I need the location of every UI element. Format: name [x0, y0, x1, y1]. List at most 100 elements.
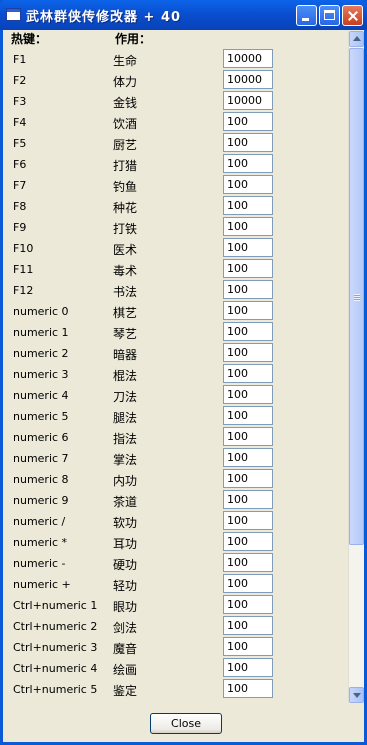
- value-input[interactable]: 100: [223, 385, 273, 404]
- value-input[interactable]: 100: [223, 280, 273, 299]
- value-input[interactable]: 100: [223, 595, 273, 614]
- value-input[interactable]: 100: [223, 658, 273, 677]
- value-input[interactable]: 100: [223, 217, 273, 236]
- function-label: 毒术: [113, 264, 138, 278]
- function-label: 剑法: [113, 621, 138, 635]
- function-label: 琴艺: [113, 327, 138, 341]
- function-label: 魔音: [113, 642, 138, 656]
- maximize-button[interactable]: [319, 5, 340, 26]
- value-input[interactable]: 10000: [223, 49, 273, 68]
- function-label: 硬功: [113, 558, 138, 572]
- value-input[interactable]: 100: [223, 175, 273, 194]
- list-item: numeric 4 刀法 100: [3, 385, 343, 406]
- function-label: 钓鱼: [113, 180, 138, 194]
- list-item: numeric 9 茶道 100: [3, 490, 343, 511]
- value-input[interactable]: 100: [223, 427, 273, 446]
- function-label: 棍法: [113, 369, 138, 383]
- value-input[interactable]: 100: [223, 490, 273, 509]
- function-label: 刀法: [113, 390, 138, 404]
- list-item: F6 打猎 100: [3, 154, 343, 175]
- scroll-down-button[interactable]: [349, 687, 364, 703]
- value-input[interactable]: 100: [223, 406, 273, 425]
- list-item: numeric 3 棍法 100: [3, 364, 343, 385]
- function-label: 种花: [113, 201, 138, 215]
- value-input[interactable]: 100: [223, 616, 273, 635]
- vertical-scrollbar[interactable]: [348, 31, 364, 703]
- value-input[interactable]: 100: [223, 553, 273, 572]
- function-label: 软功: [113, 516, 138, 530]
- close-button[interactable]: Close: [150, 713, 222, 734]
- function-label: 耳功: [113, 537, 138, 551]
- value-input[interactable]: 100: [223, 469, 273, 488]
- scroll-grip-icon: [354, 294, 360, 301]
- list-item: numeric 2 暗器 100: [3, 343, 343, 364]
- value-input[interactable]: 100: [223, 574, 273, 593]
- list-item: numeric - 硬功 100: [3, 553, 343, 574]
- function-label: 生命: [113, 54, 138, 68]
- value-input[interactable]: 100: [223, 511, 273, 530]
- function-label: 暗器: [113, 348, 138, 362]
- function-column-header: 作用：: [115, 32, 152, 46]
- value-input[interactable]: 100: [223, 133, 273, 152]
- list-item: numeric 0 棋艺 100: [3, 301, 343, 322]
- value-input[interactable]: 100: [223, 448, 273, 467]
- scroll-up-button[interactable]: [349, 31, 364, 47]
- list-item: Ctrl+numeric 3 魔音 100: [3, 637, 343, 658]
- value-input[interactable]: 100: [223, 301, 273, 320]
- value-input[interactable]: 100: [223, 196, 273, 215]
- value-input[interactable]: 100: [223, 637, 273, 656]
- list-item: Ctrl+numeric 5 鉴定 100: [3, 679, 343, 700]
- function-label: 腿法: [113, 411, 138, 425]
- function-label: 饮酒: [113, 117, 138, 131]
- list-item: Ctrl+numeric 2 剑法 100: [3, 616, 343, 637]
- value-input[interactable]: 100: [223, 322, 273, 341]
- hotkey-label: numeric -: [13, 557, 66, 570]
- function-label: 书法: [113, 285, 138, 299]
- hotkey-label: F8: [13, 200, 27, 213]
- close-window-button[interactable]: [342, 5, 363, 26]
- value-input[interactable]: 10000: [223, 91, 273, 110]
- value-input[interactable]: 100: [223, 238, 273, 257]
- hotkey-label: F1: [13, 53, 27, 66]
- list-item: F2 体力 10000: [3, 70, 343, 91]
- hotkey-column-header: 热键：: [11, 32, 48, 46]
- function-label: 金钱: [113, 96, 138, 110]
- hotkey-label: numeric 8: [13, 473, 69, 486]
- hotkey-label: F7: [13, 179, 27, 192]
- function-label: 厨艺: [113, 138, 138, 152]
- function-label: 眼功: [113, 600, 138, 614]
- hotkey-label: F9: [13, 221, 27, 234]
- hotkey-label: numeric 0: [13, 305, 69, 318]
- hotkey-label: Ctrl+numeric 2: [13, 620, 98, 633]
- list-item: F9 打铁 100: [3, 217, 343, 238]
- list-item: numeric / 软功 100: [3, 511, 343, 532]
- value-input[interactable]: 100: [223, 112, 273, 131]
- value-input[interactable]: 100: [223, 154, 273, 173]
- value-input[interactable]: 100: [223, 532, 273, 551]
- function-label: 医术: [113, 243, 138, 257]
- minimize-button[interactable]: [296, 5, 317, 26]
- title-bar[interactable]: 武林群侠传修改器 + 40: [0, 0, 367, 30]
- value-input[interactable]: 100: [223, 364, 273, 383]
- list-item: F11 毒术 100: [3, 259, 343, 280]
- function-label: 体力: [113, 75, 138, 89]
- hotkey-label: Ctrl+numeric 3: [13, 641, 98, 654]
- hotkey-label: numeric *: [13, 536, 68, 549]
- function-label: 茶道: [113, 495, 138, 509]
- function-label: 打铁: [113, 222, 138, 236]
- value-input[interactable]: 100: [223, 343, 273, 362]
- scroll-thumb[interactable]: [349, 48, 364, 545]
- value-input[interactable]: 10000: [223, 70, 273, 89]
- list-item: numeric 1 琴艺 100: [3, 322, 343, 343]
- list-item: Ctrl+numeric 1 眼功 100: [3, 595, 343, 616]
- list-item: F4 饮酒 100: [3, 112, 343, 133]
- hotkey-label: F5: [13, 137, 27, 150]
- value-input[interactable]: 100: [223, 679, 273, 698]
- app-window-icon: [6, 8, 21, 21]
- hotkey-label: F4: [13, 116, 27, 129]
- list-item: numeric * 耳功 100: [3, 532, 343, 553]
- list-item: F1 生命 10000: [3, 49, 343, 70]
- value-input[interactable]: 100: [223, 259, 273, 278]
- list-item: Ctrl+numeric 4 绘画 100: [3, 658, 343, 679]
- function-label: 轻功: [113, 579, 138, 593]
